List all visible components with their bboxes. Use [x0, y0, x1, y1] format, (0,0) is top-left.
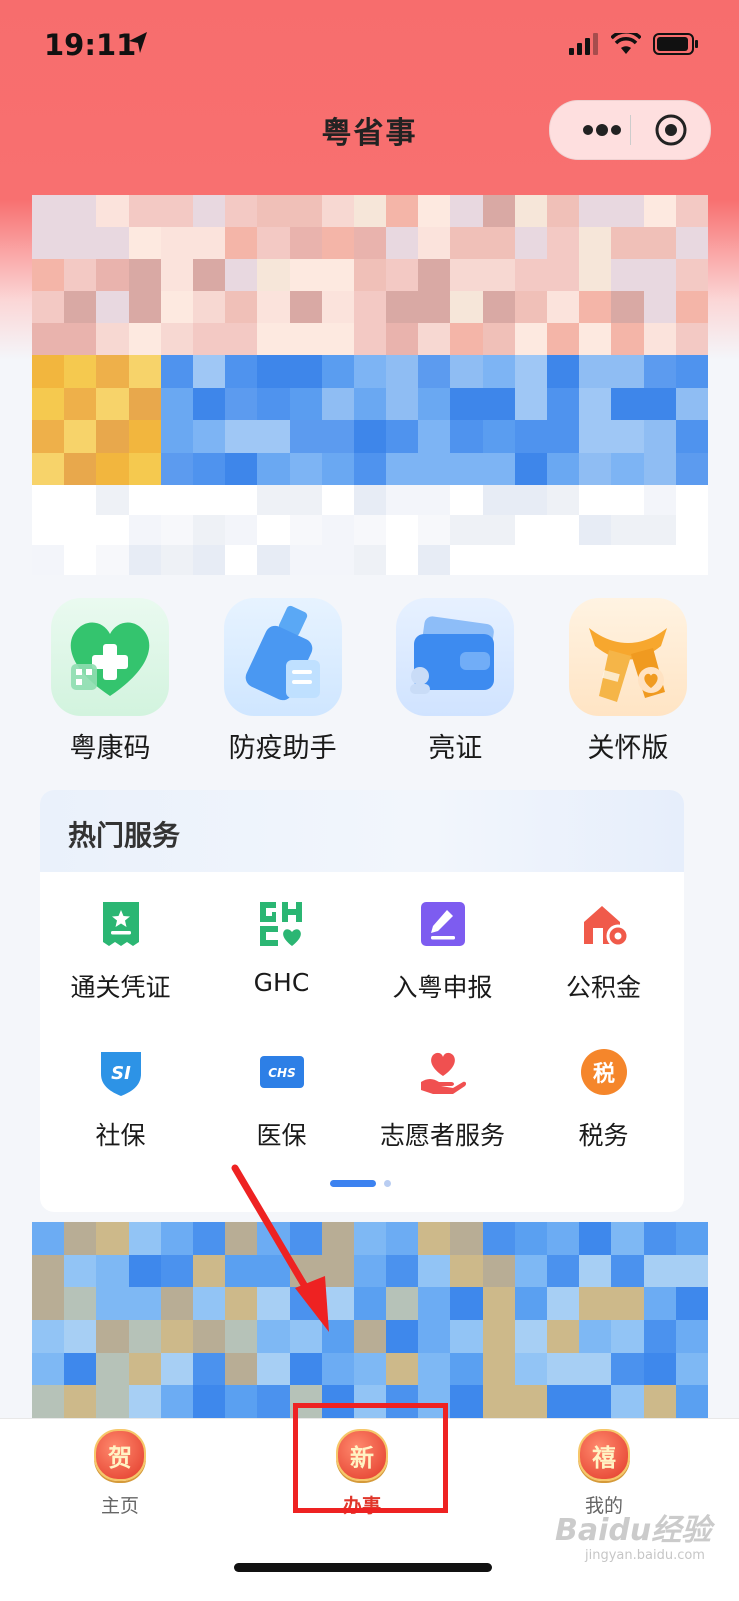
- close-mini-program-icon[interactable]: [654, 113, 688, 147]
- mine-festive-icon: 禧: [578, 1429, 630, 1481]
- annotation-arrow: [231, 1164, 329, 1332]
- quick-action-label: 防疫助手: [228, 733, 337, 764]
- red-house-icon: [583, 906, 629, 948]
- quick-action-label: 关怀版: [587, 733, 669, 764]
- red-heart-hand-icon: [420, 1052, 466, 1094]
- service-social-security[interactable]: SI 社保: [40, 1038, 201, 1162]
- tax-glyph: 税: [592, 1061, 614, 1087]
- blurred-banner-lower: [32, 485, 708, 575]
- title-bar: 粤省事: [0, 100, 739, 160]
- service-label: GHC: [253, 968, 310, 997]
- blue-spray-bottle-icon: [223, 598, 342, 716]
- service-medical-insurance[interactable]: CHS 医保: [201, 1038, 362, 1162]
- service-tax[interactable]: 税 税务: [523, 1038, 684, 1162]
- blue-chs-card-icon: CHS: [259, 1056, 304, 1088]
- quick-action-yuekangma[interactable]: 粤康码: [24, 598, 196, 768]
- home-indicator[interactable]: [234, 1563, 492, 1572]
- service-customs-pass[interactable]: 通关凭证: [40, 890, 201, 1014]
- tab-label: 主页: [100, 1495, 139, 1517]
- blurred-banner-bottom[interactable]: [32, 1222, 708, 1418]
- svg-text:CHS: CHS: [268, 1066, 296, 1080]
- service-label: 志愿者服务: [379, 1121, 505, 1150]
- hot-services-card: 热门服务 通关凭证 GHC 入粤申报 公积金 SI 社保 CHS 医保 志愿者服…: [40, 790, 684, 1212]
- status-icons: [569, 32, 699, 56]
- hot-services-header: 热门服务: [40, 790, 684, 872]
- hot-services-grid: 通关凭证 GHC 入粤申报 公积金 SI 社保 CHS 医保 志愿者服务 税 税…: [40, 890, 684, 1162]
- green-heart-qr-icon: [51, 598, 169, 716]
- blurred-banner-top[interactable]: [32, 195, 708, 355]
- service-ghc[interactable]: GHC: [201, 890, 362, 1014]
- service-entry-declaration[interactable]: 入粤申报: [362, 890, 523, 1014]
- status-time: 19:11: [44, 28, 137, 62]
- signal-icon: [569, 33, 598, 55]
- service-label: 入粤申报: [392, 973, 493, 1002]
- service-label: 社保: [95, 1121, 146, 1150]
- service-volunteer[interactable]: 志愿者服务: [362, 1038, 523, 1162]
- purple-edit-icon: [420, 902, 465, 946]
- hot-services-title: 热门服务: [68, 819, 181, 852]
- watermark-brand: Baidu经验: [555, 1513, 712, 1548]
- quick-action-show-id[interactable]: 亮证: [369, 598, 541, 768]
- quick-action-label: 亮证: [428, 733, 483, 764]
- page-dot[interactable]: [384, 1180, 391, 1187]
- service-label: 公积金: [565, 973, 641, 1002]
- capsule-divider: [630, 115, 631, 145]
- watermark-url: jingyan.baidu.com: [585, 1548, 705, 1563]
- quick-actions: 粤康码 防疫助手 亮证 关怀版: [24, 598, 714, 768]
- location-arrow-icon: [129, 32, 147, 53]
- green-ghc-logo-icon: [259, 902, 302, 946]
- quick-action-epidemic-assistant[interactable]: 防疫助手: [197, 598, 369, 768]
- service-label: 通关凭证: [70, 973, 171, 1002]
- service-housing-fund[interactable]: 公积金: [523, 890, 684, 1014]
- service-label: 医保: [256, 1121, 307, 1150]
- orange-tax-coin-icon: 税: [580, 1049, 627, 1095]
- mini-program-capsule: [549, 100, 711, 160]
- wifi-icon: [611, 33, 641, 54]
- service-label: 税务: [578, 1121, 629, 1150]
- orange-scarf-icon: [568, 598, 687, 716]
- blue-card-wallet-icon: [396, 598, 515, 716]
- more-icon[interactable]: [576, 118, 628, 142]
- quick-action-care-version[interactable]: 关怀版: [542, 598, 714, 768]
- home-festive-icon: 贺: [94, 1429, 146, 1481]
- status-bar: 19:11: [0, 0, 739, 90]
- blurred-banner-middle[interactable]: [32, 355, 708, 485]
- tab-home[interactable]: 贺 主页: [60, 1429, 180, 1518]
- green-certificate-icon: [102, 902, 139, 946]
- battery-icon: [653, 33, 698, 55]
- blue-si-shield-icon: SI: [100, 1052, 141, 1096]
- quick-action-label: 粤康码: [69, 733, 151, 764]
- svg-text:SI: SI: [111, 1063, 131, 1084]
- annotation-highlight-box: [293, 1403, 448, 1513]
